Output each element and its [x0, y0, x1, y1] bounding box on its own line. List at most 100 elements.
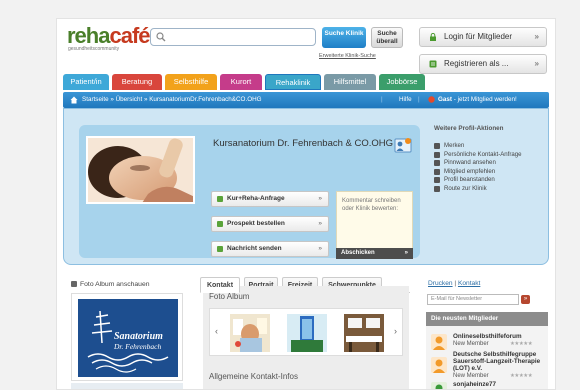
home-icon[interactable]	[70, 96, 78, 104]
pinboard-link[interactable]: Pinnwand ansehen	[434, 159, 546, 168]
newest-members-list: Onlineselbsthilfeforum New Member ★★★★★ …	[426, 326, 548, 389]
breadcrumb-bar: Startseite » Übersicht » KursanatoriumDr…	[63, 92, 549, 108]
logo-line-2: Dr. Fehrenbach	[113, 342, 161, 351]
contact-link[interactable]: Kontakt	[458, 280, 480, 287]
prev-arrow-icon[interactable]: ‹	[215, 326, 218, 336]
logo-text-cafe: café	[109, 23, 150, 48]
search-clinic-button[interactable]: Suche Klinik	[322, 27, 366, 48]
more-actions-title: Weitere Profil-Aktionen	[434, 125, 504, 132]
login-button[interactable]: Login für Mitglieder »	[419, 27, 547, 47]
separator: |	[454, 280, 457, 287]
clinic-logo-card: Sanatorium Dr. Fehrenbach	[71, 293, 183, 381]
arrow-icon: »	[318, 245, 322, 252]
guest-link[interactable]: Gast - jetzt Mitglied werden!	[438, 92, 517, 108]
bullet-icon	[434, 160, 440, 166]
bookmark-link[interactable]: Merken	[434, 142, 546, 151]
action-label: Nachricht senden	[227, 245, 282, 252]
bullet-icon	[434, 151, 440, 158]
bullet-icon	[434, 168, 440, 175]
action-label: Kur+Reha-Anfrage	[227, 195, 285, 202]
tab-hilfsmittel[interactable]: Hilfsmittel	[324, 74, 376, 90]
tab-contact[interactable]: Kontakt	[200, 277, 240, 293]
register-button[interactable]: Registrieren als ... »	[419, 54, 547, 74]
send-comment-button[interactable]: Abschicken »	[336, 248, 413, 259]
more-profile-actions: Weitere Profil-Aktionen Merken Persönlic…	[434, 125, 546, 255]
photo-thumbnail[interactable]	[230, 314, 270, 352]
arrow-icon: »	[404, 250, 408, 256]
recommend-link[interactable]: Mitglied empfehlen	[434, 168, 546, 177]
photo-carousel: ‹ ›	[209, 308, 403, 356]
avatar	[431, 334, 447, 350]
member-role: New Member	[453, 373, 489, 379]
member-name: sonjaheinze77	[453, 381, 497, 388]
tab-selbsthilfe[interactable]: Selbsthilfe	[165, 74, 217, 90]
advanced-search-link[interactable]: Erweiterte Klinik-Suche	[319, 53, 376, 59]
profile-photo[interactable]	[86, 136, 195, 204]
divider: |	[381, 96, 383, 103]
search-icon	[156, 32, 166, 42]
order-brochure-button[interactable]: Prospekt bestellen »	[211, 216, 329, 232]
photo-album-title: Foto Album	[209, 292, 250, 301]
guest-cta: - jetzt Mitglied werden!	[452, 96, 517, 103]
clinic-logo: Sanatorium Dr. Fehrenbach	[78, 299, 178, 377]
newsletter-submit-button[interactable]: »	[521, 295, 530, 304]
contact-card-icon[interactable]	[394, 136, 412, 154]
avatar	[431, 382, 447, 389]
newest-members-header: Die neusten Mitglieder	[426, 312, 548, 326]
camera-icon	[71, 281, 77, 287]
arrow-icon: »	[318, 220, 322, 227]
member-name: Onlineselbsthilfeforum	[453, 333, 522, 340]
report-profile-link[interactable]: Profil beanstanden	[434, 176, 546, 185]
bullet-icon	[434, 143, 440, 149]
send-label: Abschicken	[341, 250, 375, 256]
chevron-icon: »	[534, 59, 539, 68]
photo-album-link[interactable]: Foto Album anschauen	[71, 281, 150, 288]
photo-thumbnail[interactable]	[344, 314, 384, 352]
guest-label: Gast	[438, 96, 452, 103]
chevron-icon: »	[534, 32, 539, 41]
avatar	[431, 357, 447, 373]
rating-stars: ★★★★★	[510, 341, 533, 347]
rehacafe-logo[interactable]: rehacafé gesundheitscommunity	[67, 25, 152, 55]
tab-jobboerse[interactable]: Jobbörse	[379, 74, 425, 90]
send-message-button[interactable]: Nachricht senden »	[211, 241, 329, 257]
divider: |	[418, 96, 420, 103]
page: rehacafé gesundheitscommunity Suche Klin…	[56, 18, 556, 390]
arrow-icon: »	[318, 195, 322, 202]
tab-beratung[interactable]: Beratung	[112, 74, 162, 90]
search-all-button[interactable]: Suche überall	[371, 27, 403, 48]
tab-kurort[interactable]: Kurort	[220, 74, 262, 90]
breadcrumb[interactable]: Startseite » Übersicht » KursanatoriumDr…	[82, 92, 262, 108]
lock-icon	[430, 33, 436, 41]
next-arrow-icon[interactable]: ›	[394, 326, 397, 336]
photo-thumbnail[interactable]	[287, 314, 327, 352]
print-link[interactable]: Drucken	[428, 280, 453, 287]
envelope-icon	[217, 246, 223, 252]
search-input[interactable]	[150, 28, 316, 46]
rating-stars: ★★★★★	[510, 373, 533, 379]
comment-input[interactable]: Kommentar schreiben oder Klinik bewerten…	[336, 191, 413, 254]
kur-reha-request-button[interactable]: Kur+Reha-Anfrage »	[211, 191, 329, 207]
info-card	[71, 383, 183, 389]
contact-info-title: Allgemeine Kontakt-Infos	[209, 372, 298, 381]
member-name: Deutsche Selbsthilfegruppe Sauerstoff-La…	[453, 351, 541, 372]
document-icon	[217, 196, 223, 202]
print-contact-links: Drucken | Kontakt	[428, 280, 480, 287]
logo-text-reha: reha	[67, 23, 110, 48]
login-label: Login für Mitglieder	[444, 32, 513, 41]
member-role: New Member	[453, 341, 489, 347]
envelope-icon	[217, 221, 223, 227]
route-link[interactable]: Route zur Klinik	[434, 185, 546, 194]
help-link[interactable]: Hilfe	[399, 92, 412, 108]
personal-contact-link[interactable]: Persönliche Kontakt-Anfrage	[434, 151, 546, 160]
photo-album-panel: Foto Album ‹ › Allgemeine Kontakt-Infos	[203, 286, 409, 389]
tab-patient[interactable]: Patient/in	[63, 74, 109, 90]
bullet-icon	[434, 177, 440, 183]
tab-rehaklinik[interactable]: Rehaklinik	[265, 74, 321, 90]
form-icon	[429, 60, 437, 68]
register-label: Registrieren als ...	[444, 59, 509, 68]
clinic-name: Kursanatorium Dr. Fehrenbach & CO.OHG	[213, 138, 394, 149]
bullet-icon	[434, 185, 440, 192]
newsletter-email-input[interactable]: E-Mail für Newsletter	[427, 294, 519, 305]
guest-status-icon	[428, 96, 435, 103]
